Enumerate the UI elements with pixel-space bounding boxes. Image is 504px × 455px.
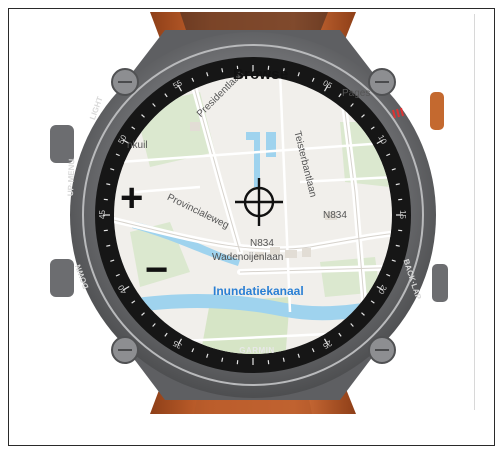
bezel-tick: [221, 357, 224, 362]
bezel-tick: [395, 244, 400, 247]
zoom-out-icon[interactable]: −: [145, 250, 168, 290]
bezel-tick: [221, 68, 224, 73]
page-divider: [474, 14, 475, 410]
bezel-tick: [106, 244, 111, 247]
map-label-pages: Pages: [342, 88, 371, 99]
bezel-tick: [282, 357, 285, 362]
bezel-tick: [395, 183, 400, 186]
map-label-n834-east: N834: [323, 210, 347, 221]
bezel-number: 45: [97, 210, 107, 219]
map-label-nkuil: nkuil: [127, 140, 148, 151]
bezel-number: 15: [397, 210, 407, 219]
browse-title: Browse: [233, 66, 289, 83]
up-menu-button-label: UP·MENU: [66, 158, 77, 197]
map-label-n834-center: N834: [250, 238, 274, 249]
map-label-wadenoijenlaan: Wadenoijenlaan: [212, 252, 284, 263]
zoom-in-icon[interactable]: +: [120, 178, 143, 218]
map-label-inundatiekanaal: Inundatiekanaal: [213, 284, 304, 298]
bezel-tick: [106, 183, 111, 186]
garmin-logo: GARMIN: [239, 346, 275, 355]
